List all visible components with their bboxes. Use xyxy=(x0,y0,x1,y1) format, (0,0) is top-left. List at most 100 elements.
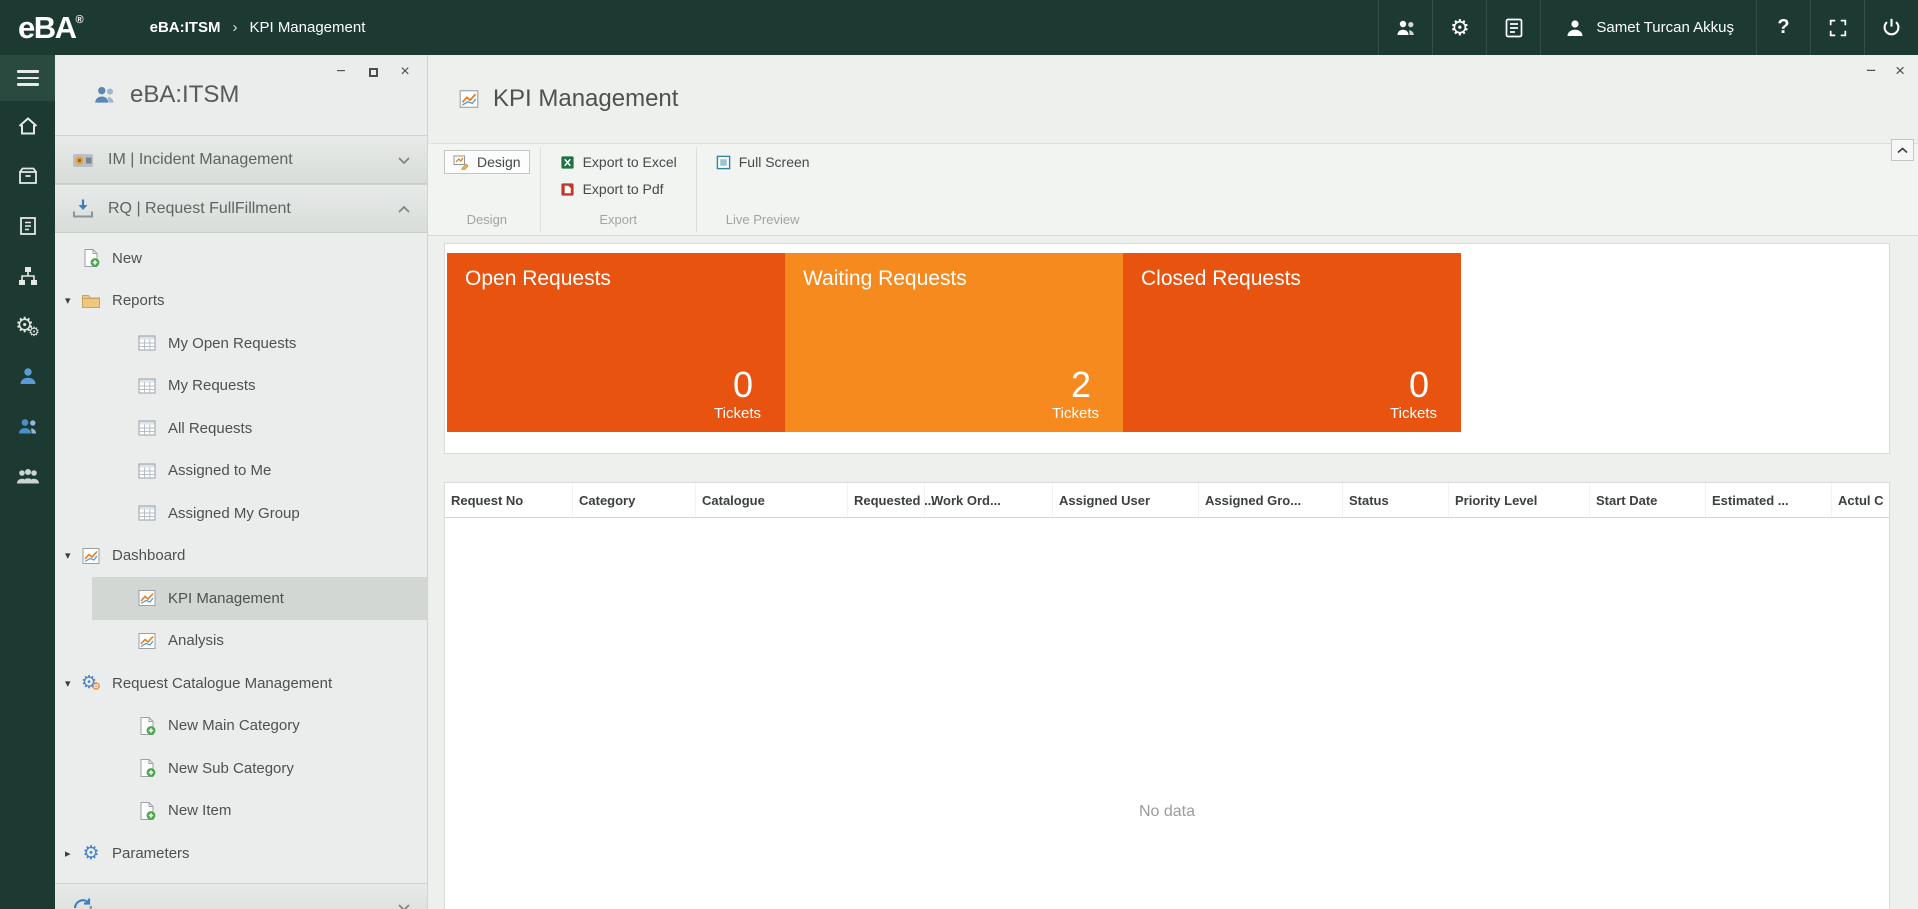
close-button[interactable]: × xyxy=(1895,62,1905,79)
kpi-card-open-requests[interactable]: Open Requests 0 Tickets xyxy=(447,253,785,432)
tree-item-parameters[interactable]: ▸ ⚙ Parameters xyxy=(55,832,427,875)
panel-close-button[interactable]: × xyxy=(397,64,413,80)
column-header[interactable]: Category xyxy=(573,483,696,517)
kpi-card-waiting-requests[interactable]: Waiting Requests 2 Tickets xyxy=(785,253,1123,432)
expander-icon[interactable]: ▾ xyxy=(55,677,77,690)
panel-maximize-button[interactable] xyxy=(365,64,381,80)
panel-window-controls: − × xyxy=(333,64,413,80)
rail-clipboard-button[interactable] xyxy=(0,201,55,251)
page-title: KPI Management xyxy=(493,85,679,112)
tree-item-new-main-category[interactable]: New Main Category xyxy=(55,705,427,748)
minimize-button[interactable]: − xyxy=(1866,62,1876,79)
rail-team-button[interactable] xyxy=(0,451,55,501)
app-logo-text: eBA xyxy=(18,9,77,45)
tree-item-label: Assigned to Me xyxy=(168,462,272,480)
document-add-icon xyxy=(81,248,101,268)
export-excel-button[interactable]: Export to Excel xyxy=(551,150,686,174)
maximize-icon xyxy=(368,67,378,77)
kpi-card-value: 0 xyxy=(732,364,753,405)
tree-item-all-requests[interactable]: All Requests xyxy=(55,407,427,450)
column-header[interactable]: Estimated ... xyxy=(1706,483,1832,517)
fullscreen-button[interactable] xyxy=(1811,0,1864,55)
tree-item-label: KPI Management xyxy=(168,589,284,607)
rail-package-button[interactable] xyxy=(0,151,55,201)
navigation-panel: − × eBA:ITSM IM | Incident Management RQ… xyxy=(55,55,428,909)
column-header[interactable]: Work Ord... xyxy=(925,483,1053,517)
expander-icon[interactable]: ▾ xyxy=(55,294,77,307)
rail-workflow-button[interactable] xyxy=(0,251,55,301)
tree-item-label: Dashboard xyxy=(112,547,186,565)
column-header[interactable]: Start Date xyxy=(1590,483,1706,517)
ribbon-group-label: Live Preview xyxy=(725,212,800,227)
rail-profile-button[interactable] xyxy=(0,351,55,401)
kpi-card-unit: Tickets xyxy=(1052,405,1099,422)
tree-item-my-requests[interactable]: My Requests xyxy=(55,365,427,408)
tree-item-new-sub-category[interactable]: New Sub Category xyxy=(55,747,427,790)
report-table-icon xyxy=(137,333,157,353)
tree-item-request-catalogue-management[interactable]: ▾ ⚙ ⚙ Request Catalogue Management xyxy=(55,662,427,705)
section-request-fulfillment[interactable]: RQ | Request FullFillment xyxy=(55,184,427,233)
catalogue-gear-icon: ⚙ ⚙ xyxy=(81,672,102,694)
chevron-up-icon xyxy=(1897,146,1908,153)
kpi-chart-icon xyxy=(137,588,157,608)
section-label: IM | Incident Management xyxy=(108,150,293,168)
tree-item-new[interactable]: New xyxy=(55,237,427,280)
column-header[interactable]: Priority Level xyxy=(1449,483,1590,517)
column-header[interactable]: Assigned User xyxy=(1053,483,1199,517)
breadcrumb-separator-icon: › xyxy=(232,19,238,36)
section-incident-management[interactable]: IM | Incident Management xyxy=(55,135,427,184)
logout-button[interactable] xyxy=(1865,0,1918,55)
pdf-icon xyxy=(560,182,575,197)
column-header[interactable]: Actul C xyxy=(1832,483,1889,517)
menu-toggle-button[interactable] xyxy=(0,55,55,101)
kpi-card-title: Closed Requests xyxy=(1141,267,1301,290)
settings-button[interactable]: ⚙ xyxy=(1433,0,1486,55)
app-logo[interactable]: eBA ® xyxy=(0,10,98,46)
tree-item-analysis[interactable]: Analysis xyxy=(55,620,427,663)
navigation-tree: New ▾ Reports My Open Requests My Reques… xyxy=(55,233,427,875)
power-icon xyxy=(1880,16,1903,39)
tree-item-dashboard[interactable]: ▾ Dashboard xyxy=(55,535,427,578)
export-pdf-button[interactable]: Export to Pdf xyxy=(551,177,673,201)
tree-item-label: New Sub Category xyxy=(168,759,294,777)
kpi-card-value: 0 xyxy=(1408,364,1429,405)
rail-users-button[interactable] xyxy=(0,401,55,451)
scroll-up-button[interactable] xyxy=(1891,139,1914,161)
kpi-card-closed-requests[interactable]: Closed Requests 0 Tickets xyxy=(1123,253,1461,432)
breadcrumb-app[interactable]: eBA:ITSM xyxy=(150,19,221,36)
design-button[interactable]: Design xyxy=(444,150,530,174)
column-header[interactable]: Requested ... xyxy=(848,483,935,517)
panel-minimize-button[interactable]: − xyxy=(333,64,349,80)
organization-button[interactable] xyxy=(1487,0,1540,55)
expander-icon[interactable]: ▾ xyxy=(55,549,77,562)
section-partial-bottom[interactable] xyxy=(55,882,427,909)
column-header[interactable]: Status xyxy=(1343,483,1449,517)
full-screen-button[interactable]: Full Screen xyxy=(707,150,819,174)
help-button[interactable]: ? xyxy=(1757,0,1810,55)
tree-item-kpi-management[interactable]: KPI Management xyxy=(55,577,427,620)
delegation-button[interactable] xyxy=(1379,0,1432,55)
tree-item-reports[interactable]: ▾ Reports xyxy=(55,280,427,323)
column-header[interactable]: Catalogue xyxy=(696,483,848,517)
column-header[interactable]: Assigned Gro... xyxy=(1199,483,1343,517)
expander-icon[interactable]: ▸ xyxy=(55,847,77,860)
section-label: RQ | Request FullFillment xyxy=(108,199,291,217)
tree-item-assigned-my-group[interactable]: Assigned My Group xyxy=(55,492,427,535)
rail-home-button[interactable] xyxy=(0,101,55,151)
tree-item-my-open-requests[interactable]: My Open Requests xyxy=(55,322,427,365)
report-table-icon xyxy=(137,376,157,396)
user-menu[interactable]: Samet Turcan Akkuş xyxy=(1541,0,1756,55)
org-chart-icon xyxy=(16,264,40,288)
tree-item-label: New xyxy=(112,249,143,267)
column-header[interactable]: Request No xyxy=(445,483,573,517)
tree-item-new-item[interactable]: New Item xyxy=(55,790,427,833)
report-table-icon xyxy=(137,503,157,523)
home-icon xyxy=(16,114,40,138)
user-icon xyxy=(16,364,40,388)
ribbon-group-design: Design Design xyxy=(434,144,540,235)
team-icon xyxy=(15,464,41,488)
rail-settings-button[interactable]: ⚙ ⚙ xyxy=(0,301,55,351)
list-panel-icon xyxy=(1502,16,1526,40)
tree-item-assigned-to-me[interactable]: Assigned to Me xyxy=(55,450,427,493)
module-rail: ⚙ ⚙ xyxy=(0,55,55,909)
